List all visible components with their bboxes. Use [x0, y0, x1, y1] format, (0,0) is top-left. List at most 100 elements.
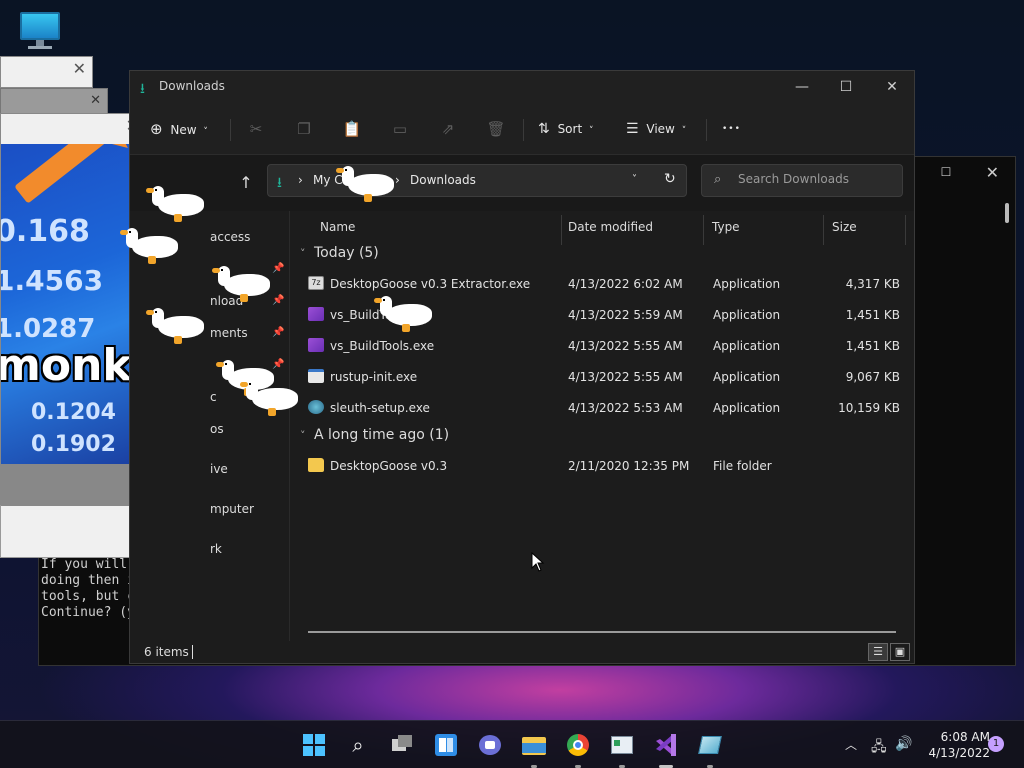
control-panel-icon[interactable]	[608, 731, 636, 768]
nav-item-videos[interactable]: os	[210, 422, 224, 436]
nav-item-documents[interactable]: ments	[210, 326, 248, 340]
download-icon: ⭳	[277, 175, 282, 191]
file-row[interactable]: DesktopGoose v0.3 2/11/2020 12:35 PM Fil…	[298, 451, 906, 481]
download-icon: ⭳	[140, 81, 145, 97]
refresh-icon[interactable]: ↻	[664, 171, 676, 187]
details-view-icon[interactable]: ☰	[868, 643, 888, 661]
nav-item-quick-access[interactable]: access	[210, 230, 250, 244]
goose-sprite	[374, 296, 438, 332]
explorer-titlebar[interactable]: ⭳ Downloads — ☐ ✕	[130, 71, 914, 103]
toolbar-separator	[706, 119, 707, 141]
more-options-button[interactable]: •••	[722, 117, 741, 141]
file-explorer-icon[interactable]	[520, 731, 548, 768]
close-icon[interactable]: ✕	[986, 163, 999, 182]
breadcrumb-current[interactable]: Downloads	[410, 173, 476, 187]
file-row[interactable]: sleuth-setup.exe 4/13/2022 5:53 AM Appli…	[298, 393, 906, 423]
chevron-down-icon: ˅	[589, 126, 594, 136]
file-size: 1,451 KB	[845, 339, 900, 353]
nav-item-network[interactable]: rk	[210, 542, 222, 556]
notification-badge[interactable]: 1	[988, 736, 1004, 752]
nav-item-music[interactable]: c	[210, 390, 217, 404]
chevron-down-icon[interactable]: ˅	[632, 174, 637, 185]
meme-footer	[1, 464, 146, 506]
chrome-icon[interactable]	[564, 731, 592, 768]
column-header-date[interactable]: Date modified	[560, 215, 704, 245]
terminal-line: If you will	[41, 557, 128, 572]
start-button[interactable]	[300, 731, 328, 759]
column-header-name[interactable]: Name	[312, 215, 562, 245]
terminal-scrollbar[interactable]	[1005, 203, 1009, 223]
search-box[interactable]: ⌕	[701, 164, 903, 197]
chevron-down-icon: ˅	[203, 127, 208, 137]
address-row: ↑ ⭳ › My Co › Downloads ˅ ↻ ⌕	[130, 155, 914, 211]
close-icon[interactable]: ✕	[872, 75, 912, 99]
column-header-type[interactable]: Type	[704, 215, 824, 245]
app-window-icon	[308, 369, 324, 383]
view-button[interactable]: ☰ View ˅	[626, 117, 686, 141]
network-icon[interactable]: 🖧	[871, 736, 887, 760]
chevron-up-icon[interactable]: ︿	[845, 736, 857, 753]
file-row[interactable]: 7z DesktopGoose v0.3 Extractor.exe 4/13/…	[298, 269, 906, 299]
sleuth-icon	[308, 400, 324, 414]
file-size: 1,451 KB	[845, 308, 900, 322]
address-bar[interactable]: ⭳ › My Co › Downloads ˅ ↻	[267, 164, 687, 197]
maximize-icon[interactable]: ☐	[826, 75, 866, 99]
system-clock[interactable]: 6:08 AM 4/13/2022	[918, 729, 990, 761]
file-size: 10,159 KB	[838, 401, 900, 415]
file-date: 4/13/2022 5:59 AM	[568, 308, 683, 322]
up-arrow-icon[interactable]: ↑	[234, 171, 258, 195]
item-count: 6 items	[144, 645, 189, 659]
file-type: Application	[713, 370, 781, 384]
group-label: A long time ago (1)	[314, 427, 450, 443]
task-view-icon[interactable]	[388, 731, 416, 759]
status-divider	[192, 645, 193, 659]
this-pc-desktop-icon[interactable]	[16, 10, 64, 50]
file-list: Name Date modified Type Size ˅ Today (5) …	[292, 211, 914, 641]
file-row[interactable]: vs_BuildTools.exe 4/13/2022 5:55 AM Appl…	[298, 331, 906, 361]
minimize-icon[interactable]: —	[782, 75, 822, 99]
toolbar-separator	[230, 119, 231, 141]
goose-sprite	[336, 166, 400, 202]
file-type: Application	[713, 308, 781, 322]
paste-icon[interactable]: 📋	[342, 117, 362, 141]
teams-chat-icon[interactable]	[476, 731, 504, 759]
installer-icon[interactable]	[696, 731, 724, 768]
terminal-line: doing then i	[41, 573, 135, 588]
file-type: Application	[713, 339, 781, 353]
delete-icon[interactable]: 🗑	[486, 117, 506, 141]
sort-button[interactable]: ⇅ Sort ˅	[538, 117, 594, 141]
share-icon[interactable]: ⇗	[438, 117, 458, 141]
widgets-icon[interactable]	[432, 731, 460, 759]
nav-item-this-computer[interactable]: mputer	[210, 502, 254, 516]
goose-popup-window-2: ✕	[0, 88, 108, 114]
copy-icon[interactable]: ❐	[294, 117, 314, 141]
close-icon[interactable]: ✕	[90, 93, 101, 108]
tiles-view-icon[interactable]: ▣	[890, 643, 910, 661]
visual-studio-icon	[308, 307, 324, 321]
volume-icon[interactable]: 🔊	[895, 736, 912, 752]
view-icon: ☰	[626, 121, 639, 137]
goose-sprite	[146, 186, 210, 222]
search-icon[interactable]: ⌕	[344, 731, 372, 759]
search-icon: ⌕	[714, 172, 722, 187]
nav-item-onedrive[interactable]: ive	[210, 462, 228, 476]
window-title: Downloads	[159, 79, 225, 93]
file-date: 4/13/2022 6:02 AM	[568, 277, 683, 291]
group-header-today[interactable]: ˅ Today (5)	[300, 245, 379, 261]
visual-studio-icon[interactable]	[652, 731, 680, 768]
cut-icon[interactable]: ✂	[246, 117, 266, 141]
group-header-long-ago[interactable]: ˅ A long time ago (1)	[300, 427, 449, 443]
column-header-size[interactable]: Size	[824, 215, 906, 245]
horizontal-scrollbar[interactable]	[308, 631, 896, 633]
toolbar-separator	[523, 119, 524, 141]
search-input[interactable]	[738, 172, 898, 186]
maximize-icon[interactable]: ☐	[939, 165, 953, 179]
new-button[interactable]: ⊕ New ˅	[150, 117, 208, 141]
goose-sprite	[120, 228, 184, 264]
rename-icon[interactable]: ▭	[390, 117, 410, 141]
file-row[interactable]: rustup-init.exe 4/13/2022 5:55 AM Applic…	[298, 362, 906, 392]
file-size: 4,317 KB	[845, 277, 900, 291]
close-icon[interactable]: ✕	[73, 59, 86, 78]
goose-sprite	[212, 266, 276, 302]
new-button-label: New	[170, 123, 197, 137]
